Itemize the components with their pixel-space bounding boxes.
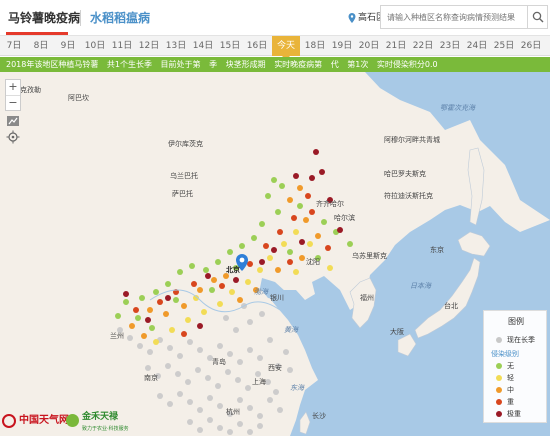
date-bar: 7日 8日 9日 10日 11日 12日 13日 14日 15日 16日 今天 … — [0, 36, 550, 60]
map[interactable]: 鄂霍次克海 渤海 黄海 日本海 东海 克孜勒 阿巴坎 伊尔库茨克 乌兰巴托 萨巴… — [0, 72, 550, 436]
date-item[interactable]: 22日 — [409, 36, 437, 56]
label-sea-yellow: 黄海 — [284, 326, 299, 334]
date-item[interactable]: 19日 — [328, 36, 356, 56]
locate-icon[interactable] — [6, 130, 20, 144]
status-info-bar: 2018年该地区种植马铃薯 共1个生长季 目前处于第 季 块茎形成期 实时晚疫病… — [0, 57, 550, 72]
place-label: 杭州 — [226, 407, 240, 416]
place-label: 乌兰巴托 — [170, 171, 198, 180]
date-item[interactable]: 10日 — [81, 36, 109, 56]
date-item[interactable]: 24日 — [463, 36, 491, 56]
label-sea-east: 东海 — [290, 384, 305, 392]
label-sea-japan: 日本海 — [410, 282, 432, 290]
place-label: 长沙 — [312, 411, 326, 420]
date-item[interactable]: 15日 — [216, 36, 244, 56]
date-item[interactable]: 23日 — [436, 36, 464, 56]
map-layer-icon[interactable] — [6, 114, 20, 128]
place-label: 阿巴坎 — [68, 93, 89, 102]
date-item[interactable]: 12日 — [135, 36, 163, 56]
location-pin-icon — [348, 13, 356, 23]
zoom-control: + − — [5, 79, 21, 111]
place-label: 哈巴罗夫斯克 — [384, 169, 426, 178]
date-item[interactable]: 25日 — [490, 36, 518, 56]
zoom-in-button[interactable]: + — [6, 80, 20, 95]
info-generation: 实时晚疫病第 — [274, 60, 323, 69]
map-legend: 图例 现在长季 侵染级别 无 轻 中 重 极重 — [483, 310, 547, 423]
place-label: 福州 — [360, 293, 374, 302]
label-sea-bohai: 渤海 — [254, 288, 269, 296]
info-infection-score: 实时侵染积分0.0 — [376, 60, 438, 69]
place-label: 西安 — [268, 363, 282, 372]
place-label: 乌苏里斯克 — [352, 251, 387, 260]
info-year-crop: 2018年该地区种植马铃薯 — [6, 60, 99, 69]
place-label: 阿穆尔河畔共青城 — [384, 135, 440, 144]
info-generation-suffix: 代 — [330, 60, 339, 69]
zoom-out-button[interactable]: − — [6, 95, 20, 110]
info-current-season: 目前处于第 — [160, 60, 201, 69]
weather-logo-icon — [2, 414, 16, 428]
place-label: 大阪 — [390, 327, 404, 336]
place-label: 齐齐哈尔 — [316, 199, 344, 208]
date-item[interactable]: 14日 — [189, 36, 217, 56]
info-growth-stage: 块茎形成期 — [225, 60, 266, 69]
date-item[interactable]: 11日 — [108, 36, 136, 56]
place-label: 哈尔滨 — [334, 213, 355, 222]
place-label: 东京 — [430, 245, 444, 254]
place-label-capital: 北京 — [226, 265, 240, 274]
place-label: 克孜勒 — [20, 85, 41, 94]
info-infection-count: 第1次 — [347, 60, 369, 69]
place-label: 伊尔库茨克 — [168, 139, 203, 148]
date-item[interactable]: 20日 — [355, 36, 383, 56]
date-item[interactable]: 13日 — [162, 36, 190, 56]
place-label: 萨巴托 — [172, 189, 193, 198]
label-sea-okhotsk: 鄂霍次克海 — [440, 104, 476, 112]
legend-title: 图例 — [508, 317, 524, 326]
place-label: 沈阳 — [306, 257, 320, 266]
place-label: 青岛 — [212, 357, 226, 366]
place-label: 兰州 — [110, 331, 124, 340]
place-label: 上海 — [252, 377, 266, 386]
jinhe-logo[interactable]: 金禾天禄 致力于农业·科技服务 — [66, 411, 129, 432]
legend-subtitle: 侵染级别 — [491, 350, 519, 358]
search-input[interactable] — [380, 5, 528, 29]
place-label: 台北 — [444, 301, 458, 310]
date-item[interactable]: 21日 — [382, 36, 410, 56]
info-season-count: 共1个生长季 — [106, 60, 152, 69]
tab-rice-blast[interactable]: 水稻稻瘟病 — [90, 0, 150, 36]
date-item[interactable]: 8日 — [27, 36, 55, 56]
weather-china-logo[interactable]: 中国天气网 — [2, 411, 69, 431]
jinhe-logo-icon — [66, 414, 79, 427]
date-item[interactable]: 26日 — [517, 36, 545, 56]
place-label: 南京 — [144, 373, 158, 382]
date-item[interactable]: 18日 — [301, 36, 329, 56]
active-tab-indicator — [6, 32, 68, 35]
date-item[interactable]: 7日 — [0, 36, 28, 56]
place-label: 符拉迪沃斯托克 — [384, 191, 433, 200]
date-item[interactable]: 9日 — [54, 36, 82, 56]
date-item-today[interactable]: 今天 — [272, 36, 300, 60]
date-item[interactable]: 16日 — [243, 36, 271, 56]
tab-potato-late-blight[interactable]: 马铃薯晚疫病 — [8, 0, 80, 36]
header: 马铃薯晚疫病 水稻稻瘟病 高石区 — [0, 0, 550, 36]
info-season-suffix: 季 — [209, 60, 218, 69]
place-label: 银川 — [270, 293, 284, 302]
tab-divider — [80, 10, 81, 26]
search-button[interactable] — [528, 5, 548, 29]
search-icon — [532, 11, 544, 23]
